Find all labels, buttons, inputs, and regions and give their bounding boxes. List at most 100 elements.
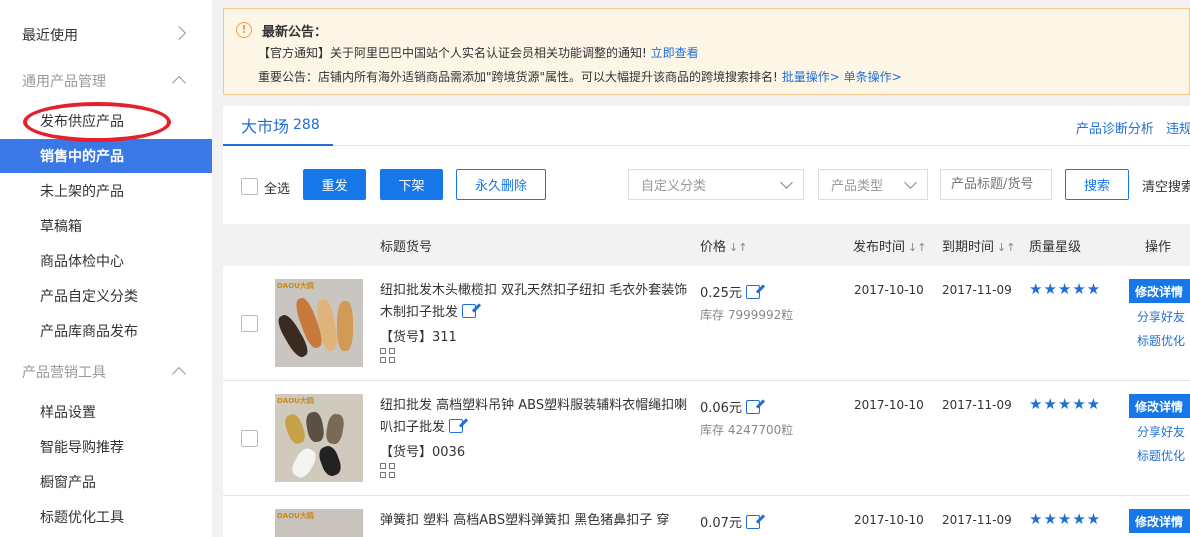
edit-details-button[interactable]: 修改详情 (1129, 509, 1190, 533)
header-title: 标题货号 (380, 240, 433, 255)
product-title-text: 纽扣批发 高档塑料吊钟 ABS塑料服装辅料衣帽绳扣喇叭扣子批发 (380, 398, 688, 435)
edit-details-button[interactable]: 修改详情 (1129, 394, 1190, 418)
price: 0.25元 (700, 282, 760, 301)
tab-count: 288 (293, 117, 320, 133)
header-label: 发布时间 (853, 240, 906, 255)
edit-price-icon[interactable] (745, 400, 760, 414)
product-sku: 【货号】311 (380, 330, 457, 345)
table-row: DAOU大鸥 纽扣批发木头橄榄扣 双孔天然扣子纽扣 毛衣外套装饰木制扣子批发 【… (223, 266, 1190, 381)
select-all-label: 全选 (264, 182, 291, 197)
product-image[interactable]: DAOU大鸥 (275, 509, 363, 537)
chevron-down-icon (780, 176, 793, 189)
header-action: 操作 (1145, 240, 1172, 255)
chevron-up-icon (171, 75, 187, 91)
product-image[interactable]: DAOU大鸥 (275, 279, 363, 367)
search-button[interactable]: 搜索 (1065, 169, 1129, 200)
sidebar-group-label: 产品营销工具 (22, 365, 106, 381)
select-value: 产品类型 (831, 179, 884, 194)
expire-date: 2017-11-09 (942, 398, 1012, 412)
product-image[interactable]: DAOU大鸥 (275, 394, 363, 482)
table-row: DAOU大鸥 弹簧扣 塑料 高档ABS塑料弹簧扣 黑色猪鼻扣子 穿 0.07元 … (223, 496, 1190, 537)
brand-logo: DAOU大鸥 (277, 512, 314, 520)
expire-date: 2017-11-09 (942, 283, 1012, 297)
product-title[interactable]: 弹簧扣 塑料 高档ABS塑料弹簧扣 黑色猪鼻扣子 穿 (380, 510, 680, 532)
share-link[interactable]: 分享好友 (1137, 423, 1185, 440)
sidebar-item-smart-recommend[interactable]: 智能导购推荐 (0, 430, 212, 464)
row-checkbox[interactable] (241, 430, 258, 447)
republish-button[interactable]: 重发 (303, 169, 366, 200)
quality-stars: ★★★★★ (1029, 510, 1102, 528)
product-title[interactable]: 纽扣批发木头橄榄扣 双孔天然扣子纽扣 毛衣外套装饰木制扣子批发 (380, 280, 690, 324)
publish-date: 2017-10-10 (854, 283, 924, 297)
announcement-line-2: 重要公告：店铺内所有海外适销商品需添加"跨境货源"属性。可以大幅提升该商品的跨境… (258, 68, 902, 85)
chevron-up-icon (171, 366, 187, 382)
header-label: 到期时间 (942, 240, 995, 255)
table-row: DAOU大鸥 纽扣批发 高档塑料吊钟 ABS塑料服装辅料衣帽绳扣喇叭扣子批发 【… (223, 381, 1190, 496)
price-value: 0.25元 (700, 286, 742, 301)
product-type-select[interactable]: 产品类型 (818, 169, 928, 200)
view-now-link[interactable]: 立即查看 (651, 46, 699, 60)
header-expire[interactable]: 到期时间 ↓↑ (942, 236, 1015, 255)
table-header: 标题货号 价格 ↓↑ 发布时间 ↓↑ 到期时间 ↓↑ 质量星级 操作 (223, 224, 1190, 266)
sidebar-item-custom-category[interactable]: 产品自定义分类 (0, 279, 212, 313)
info-icon: ! (236, 22, 252, 38)
announcement-text: 重要公告：店铺内所有海外适销商品需添加"跨境货源"属性。可以大幅提升该商品的跨境… (258, 70, 778, 84)
sidebar-group-label: 通用产品管理 (22, 74, 106, 90)
qrcode-icon[interactable] (380, 463, 396, 479)
edit-price-icon[interactable] (745, 285, 760, 299)
toolbar: 全选 重发 下架 永久删除 自定义分类 产品类型 搜索 清空搜索 (223, 146, 1190, 222)
sidebar-item-unlisted[interactable]: 未上架的产品 (0, 174, 212, 208)
sidebar-group-product-management[interactable]: 通用产品管理 (0, 66, 212, 96)
announcement-title: 最新公告： (262, 25, 328, 40)
header-publish[interactable]: 发布时间 ↓↑ (853, 236, 926, 255)
sidebar-item-library-publish[interactable]: 产品库商品发布 (0, 314, 212, 348)
announcement-line-1: 【官方通知】关于阿里巴巴中国站个人实名认证会员相关功能调整的通知! 立即查看 (258, 44, 699, 61)
red-annotation-circle (23, 102, 171, 142)
edit-price-icon[interactable] (745, 515, 760, 529)
custom-category-select[interactable]: 自定义分类 (628, 169, 804, 200)
brand-logo: DAOU大鸥 (277, 282, 314, 290)
sidebar-group-marketing-tools[interactable]: 产品营销工具 (0, 357, 212, 387)
sidebar-item-drafts[interactable]: 草稿箱 (0, 209, 212, 243)
search-input[interactable] (940, 169, 1052, 200)
header-label: 价格 (700, 240, 727, 255)
publish-date: 2017-10-10 (854, 398, 924, 412)
single-operation-link[interactable]: 单条操作> (844, 70, 902, 84)
price-value: 0.06元 (700, 401, 742, 416)
stock: 库存 4247700粒 (700, 423, 794, 437)
edit-icon[interactable] (462, 304, 477, 318)
sidebar-item-sample-settings[interactable]: 样品设置 (0, 395, 212, 429)
batch-operation-link[interactable]: 批量操作> (782, 70, 840, 84)
product-title-text: 弹簧扣 塑料 高档ABS塑料弹簧扣 黑色猪鼻扣子 穿 (380, 513, 670, 528)
diagnosis-link[interactable]: 产品诊断分析 (1076, 122, 1154, 137)
product-list-panel: 大市场 288 产品诊断分析 违规 全选 重发 下架 永久删除 自定义分类 产品… (223, 106, 1190, 537)
select-value: 自定义分类 (641, 179, 707, 194)
price: 0.06元 (700, 397, 760, 416)
title-optimize-link[interactable]: 标题优化 (1137, 332, 1185, 349)
edit-icon[interactable] (449, 419, 464, 433)
row-checkbox[interactable] (241, 315, 258, 332)
title-optimize-link[interactable]: 标题优化 (1137, 447, 1185, 464)
sidebar-recent[interactable]: 最近使用 (0, 20, 212, 50)
sort-icon: ↓↑ (908, 241, 927, 254)
edit-details-button[interactable]: 修改详情 (1129, 279, 1190, 303)
delete-permanently-button[interactable]: 永久删除 (456, 169, 546, 200)
share-link[interactable]: 分享好友 (1137, 308, 1185, 325)
sidebar-item-health-check[interactable]: 商品体检中心 (0, 244, 212, 278)
violation-link[interactable]: 违规 (1166, 122, 1190, 137)
select-all-checkbox[interactable] (241, 178, 258, 195)
unlist-button[interactable]: 下架 (380, 169, 443, 200)
sidebar-item-showcase[interactable]: 橱窗产品 (0, 465, 212, 499)
sidebar-item-title-optimizer[interactable]: 标题优化工具 (0, 500, 212, 534)
sidebar-item-on-sale[interactable]: 销售中的产品 (0, 139, 212, 173)
product-title[interactable]: 纽扣批发 高档塑料吊钟 ABS塑料服装辅料衣帽绳扣喇叭扣子批发 (380, 395, 690, 439)
clear-search-link[interactable]: 清空搜索 (1142, 176, 1190, 195)
qrcode-icon[interactable] (380, 348, 396, 364)
header-price[interactable]: 价格 ↓↑ (700, 236, 747, 255)
price: 0.07元 (700, 512, 760, 531)
announcement-text: 【官方通知】关于阿里巴巴中国站个人实名认证会员相关功能调整的通知! (258, 46, 647, 60)
sort-icon: ↓↑ (729, 241, 748, 254)
tab-market[interactable]: 大市场 288 (223, 106, 333, 146)
expire-date: 2017-11-09 (942, 513, 1012, 527)
sidebar-recent-label: 最近使用 (22, 28, 78, 44)
